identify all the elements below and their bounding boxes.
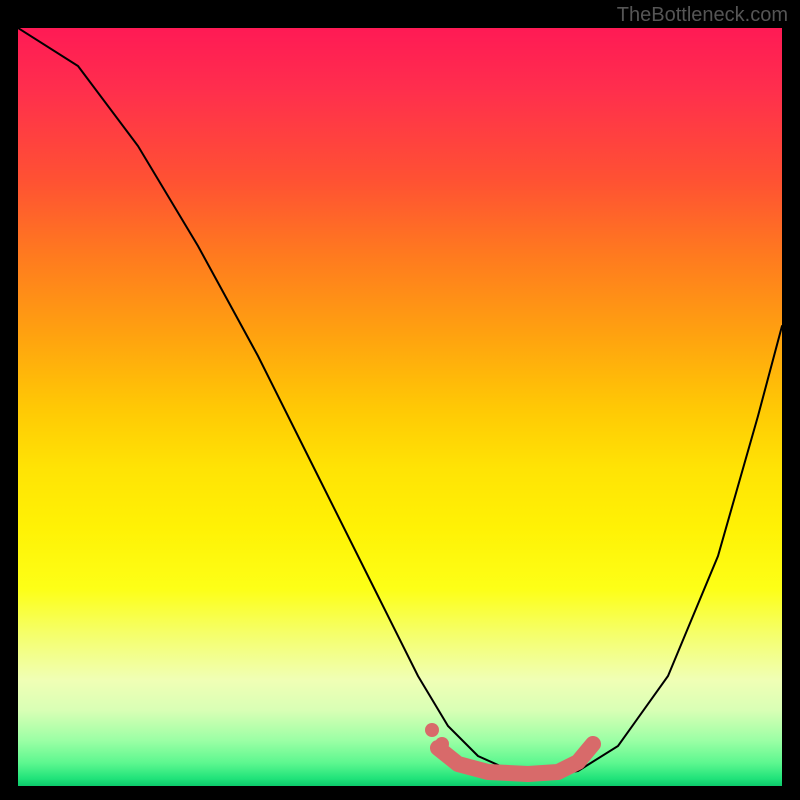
highlight-dot-2 [435, 737, 449, 751]
watermark-text: TheBottleneck.com [617, 4, 788, 27]
highlight-curve [438, 744, 593, 774]
highlight-dot-1 [425, 723, 439, 737]
chart-svg [18, 28, 782, 786]
main-curve [18, 28, 782, 774]
chart-plot-area [18, 28, 782, 786]
